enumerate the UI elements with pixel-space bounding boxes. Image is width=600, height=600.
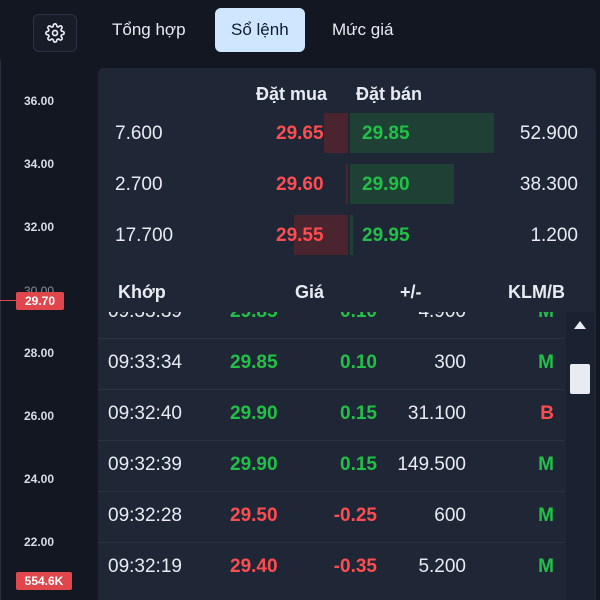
trade-side: M — [538, 312, 554, 323]
y-tick: 32.00 — [24, 220, 55, 234]
y-tick: 22.00 — [24, 535, 55, 549]
trade-volume: 600 — [434, 505, 466, 526]
trade-change: 0.15 — [340, 454, 377, 475]
bid-price[interactable]: 29.60 — [276, 174, 324, 196]
trade-row[interactable]: 09:32:40 29.90 0.15 31.100 B — [98, 389, 564, 440]
trade-price: 29.85 — [230, 312, 278, 323]
tab-so-lenh[interactable]: Sổ lệnh — [215, 8, 305, 52]
y-tick: 36.00 — [24, 94, 55, 108]
trade-side: M — [538, 556, 554, 577]
bid-volume: 2.700 — [115, 174, 163, 195]
scroll-up-button[interactable] — [566, 312, 594, 338]
trade-side: M — [538, 505, 554, 526]
trade-time: 09:32:28 — [108, 505, 182, 526]
trade-volume: 300 — [434, 352, 466, 373]
trade-row[interactable]: 09:33:34 29.85 0.10 300 M — [98, 338, 564, 389]
price-chart-strip[interactable]: 36.00 34.00 32.00 30.00 28.00 26.00 24.0… — [0, 0, 98, 600]
trade-price: 29.85 — [230, 352, 278, 373]
bid-price[interactable]: 29.55 — [276, 225, 324, 247]
trade-time: 09:32:39 — [108, 454, 182, 475]
gear-icon — [45, 23, 65, 43]
ask-price[interactable]: 29.95 — [362, 225, 410, 247]
ask-volume: 1.200 — [530, 225, 578, 246]
current-price-tag: 29.70 — [16, 292, 64, 310]
trade-change: 0.10 — [340, 352, 377, 373]
bid-volume: 7.600 — [115, 123, 163, 144]
y-tick: 24.00 — [24, 472, 55, 486]
trade-change: 0.10 — [340, 312, 377, 323]
orderbook-row[interactable]: 17.700 29.55 29.95 1.200 — [98, 215, 596, 259]
orderbook-row[interactable]: 7.600 29.65 29.85 52.900 — [98, 113, 596, 157]
caret-up-icon — [574, 321, 586, 329]
trade-row[interactable]: 09:32:19 29.40 -0.35 5.200 M — [98, 542, 564, 593]
trade-volume: 31.100 — [407, 403, 466, 424]
ask-price[interactable]: 29.85 — [362, 123, 410, 145]
trade-price: 29.50 — [230, 505, 278, 526]
trade-change: -0.35 — [333, 556, 377, 577]
col-header-time: Khớp — [118, 282, 166, 302]
y-tick: 34.00 — [24, 157, 55, 171]
trade-change: 0.15 — [340, 403, 377, 424]
trades-scrollbar[interactable] — [566, 312, 594, 600]
trade-volume: 5.200 — [418, 556, 466, 577]
y-tick: 28.00 — [24, 346, 55, 360]
volume-tag: 554.6K — [16, 572, 72, 590]
col-header-side: KLM/B — [508, 282, 565, 302]
trade-volume: 4.900 — [418, 312, 466, 323]
trade-row[interactable]: 09:32:28 29.50 -0.25 600 M — [98, 491, 564, 542]
ask-volume: 38.300 — [519, 174, 578, 195]
chart-axis-line — [0, 60, 1, 600]
trade-row[interactable]: 09:33:39 29.85 0.10 4.900 M — [98, 312, 564, 338]
current-price-line — [0, 300, 16, 301]
trade-volume: 149.500 — [397, 454, 466, 475]
col-header-change: +/- — [400, 282, 422, 302]
trade-price: 29.90 — [230, 454, 278, 475]
scroll-thumb[interactable] — [570, 364, 590, 394]
trade-price: 29.40 — [230, 556, 278, 577]
bid-volume: 17.700 — [115, 225, 174, 246]
bid-depth-bar — [346, 164, 348, 204]
ask-depth-bar — [350, 215, 353, 255]
trade-time: 09:33:39 — [108, 312, 182, 323]
trades-list[interactable]: 09:33:39 29.85 0.10 4.900 M 09:33:34 29.85 0.10… — [98, 312, 564, 600]
orderbook-row[interactable]: 2.700 29.60 29.90 38.300 — [98, 164, 596, 208]
trade-price: 29.90 — [230, 403, 278, 424]
col-header-price: Giá — [295, 282, 325, 302]
bid-header: Đặt mua — [256, 84, 328, 104]
tab-tong-hop[interactable]: Tổng hợp — [96, 8, 202, 52]
settings-button[interactable] — [33, 14, 77, 52]
trade-row[interactable]: 09:32:39 29.90 0.15 149.500 M — [98, 440, 564, 491]
ask-price[interactable]: 29.90 — [362, 174, 410, 196]
order-panel: Đặt mua Đặt bán 7.600 29.65 29.85 52.900… — [98, 68, 596, 600]
trade-time: 09:33:34 — [108, 352, 182, 373]
trade-time: 09:32:19 — [108, 556, 182, 577]
trade-side: M — [538, 352, 554, 373]
y-tick: 26.00 — [24, 409, 55, 423]
bid-depth-bar — [324, 113, 348, 153]
trade-side: B — [540, 403, 554, 424]
trade-change: -0.25 — [333, 505, 377, 526]
ask-header: Đặt bán — [356, 84, 423, 104]
bid-price[interactable]: 29.65 — [276, 123, 324, 145]
trade-time: 09:32:40 — [108, 403, 182, 424]
tab-muc-gia[interactable]: Mức giá — [316, 8, 409, 52]
trade-side: M — [538, 454, 554, 475]
ask-volume: 52.900 — [519, 123, 578, 144]
